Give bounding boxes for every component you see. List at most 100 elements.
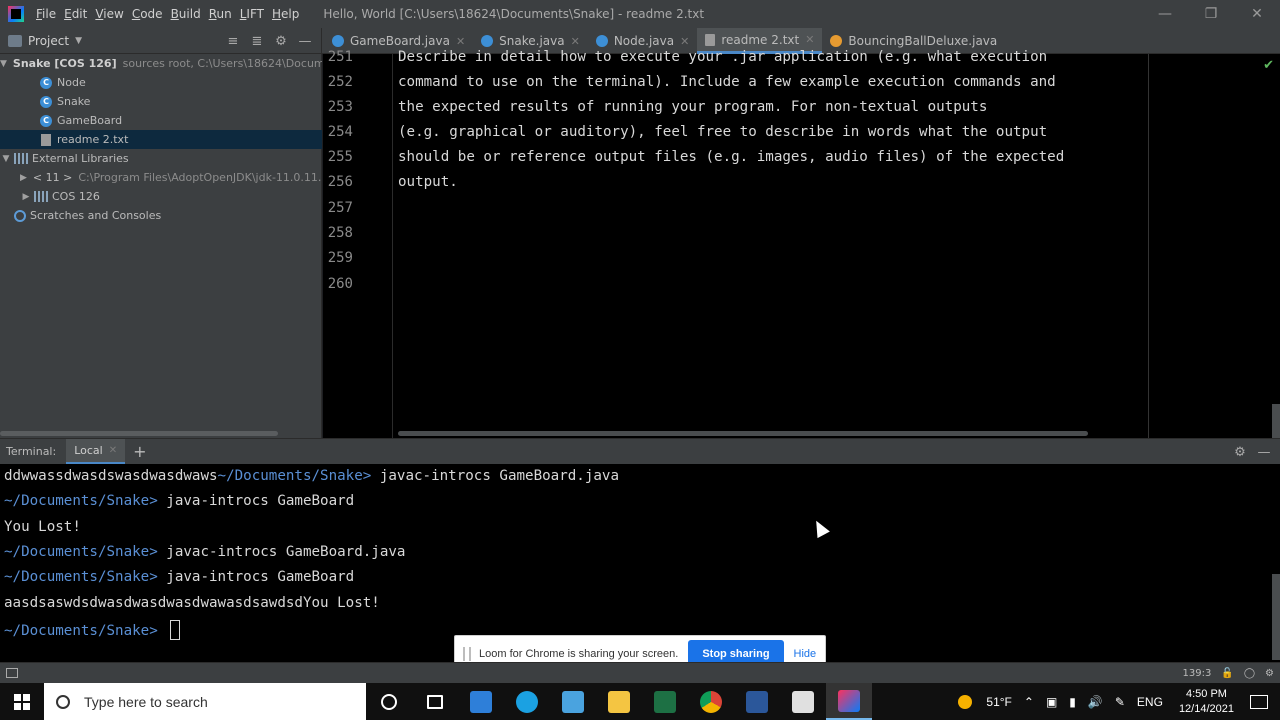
- taskbar-search[interactable]: Type here to search: [44, 683, 366, 720]
- window-controls: — ❐ ✕: [1142, 0, 1280, 28]
- terminal-cursor[interactable]: [170, 620, 181, 640]
- tree-item-node[interactable]: C Node: [0, 73, 322, 92]
- windows-taskbar: Type here to search 51°F ⌃ ▣ ▮ 🔊 ✎ ENG 4…: [0, 683, 1280, 720]
- terminal-output[interactable]: ddwwassdwasdswasdwasdwaws~/Documents/Sna…: [0, 464, 1280, 662]
- line-gutter: 251 252 253 254 255 256 257 258 259 260: [323, 49, 393, 438]
- add-terminal-icon[interactable]: +: [133, 442, 146, 461]
- tree-item-label: Snake: [57, 95, 91, 108]
- hide-panel-icon[interactable]: —: [293, 34, 317, 49]
- close-icon[interactable]: ✕: [109, 445, 117, 456]
- collapse-all-icon[interactable]: ≣: [245, 34, 269, 49]
- chevron-down-icon[interactable]: ▼: [75, 36, 82, 46]
- caret-position[interactable]: 139:3: [1183, 668, 1212, 679]
- code-editor[interactable]: 251 252 253 254 255 256 257 258 259 260 …: [323, 49, 1280, 438]
- tab-label: GameBoard.java: [350, 34, 450, 48]
- task-view-button[interactable]: [412, 683, 458, 720]
- line-number: 252: [327, 74, 353, 90]
- line-number: 255: [327, 149, 353, 165]
- weather-temperature[interactable]: 51°F: [986, 695, 1011, 709]
- tool-window-toggle-icon[interactable]: [6, 668, 18, 678]
- tree-item-label: Node: [57, 76, 86, 89]
- chrome-button[interactable]: [688, 683, 734, 720]
- drag-handle-icon[interactable]: [463, 647, 471, 661]
- word-button[interactable]: [734, 683, 780, 720]
- scratches-icon: [14, 209, 26, 222]
- battery-icon[interactable]: ▮: [1069, 695, 1076, 709]
- java-class-icon: [332, 35, 344, 47]
- tree-item-scratches[interactable]: Scratches and Consoles: [0, 206, 322, 225]
- intellij-button[interactable]: [826, 683, 872, 720]
- file-explorer-button[interactable]: [596, 683, 642, 720]
- tree-item-cos126[interactable]: ▶ COS 126: [0, 187, 322, 206]
- search-placeholder: Type here to search: [84, 693, 208, 710]
- mail-button[interactable]: [550, 683, 596, 720]
- input-language[interactable]: ENG: [1137, 695, 1163, 709]
- terminal-tab-local[interactable]: Local ✕: [66, 438, 126, 465]
- line-number: 253: [327, 99, 353, 115]
- java-class-icon: C: [40, 76, 52, 89]
- close-icon[interactable]: ✕: [1234, 0, 1280, 28]
- gear-icon[interactable]: ⚙: [1228, 445, 1252, 460]
- tree-item-label: Scratches and Consoles: [30, 209, 162, 222]
- hide-panel-icon[interactable]: —: [1252, 445, 1276, 460]
- menu-help[interactable]: Help: [268, 0, 303, 28]
- close-icon[interactable]: ✕: [456, 35, 465, 48]
- chevron-down-icon[interactable]: ▼: [0, 59, 7, 69]
- store-button[interactable]: [458, 683, 504, 720]
- minimize-icon[interactable]: —: [1142, 0, 1188, 28]
- volume-icon[interactable]: 🔊: [1088, 695, 1103, 709]
- chevron-right-icon[interactable]: ▶: [20, 173, 27, 183]
- tree-item-gameboard[interactable]: C GameBoard: [0, 111, 322, 130]
- network-icon[interactable]: ▣: [1046, 695, 1057, 709]
- chevron-right-icon[interactable]: ▶: [20, 192, 32, 202]
- terminal-title: Terminal:: [6, 445, 57, 458]
- line-number: 259: [327, 250, 353, 266]
- close-icon[interactable]: ✕: [571, 35, 580, 48]
- edge-button[interactable]: [504, 683, 550, 720]
- project-view-selector[interactable]: Project: [28, 34, 69, 48]
- tree-item-snake[interactable]: C Snake: [0, 92, 322, 111]
- tree-item-jdk[interactable]: ▶ < 11 > C:\Program Files\AdoptOpenJDK\j…: [0, 168, 322, 187]
- expand-all-icon[interactable]: ≡: [221, 34, 245, 49]
- task-view-icon: [427, 694, 443, 709]
- hide-button[interactable]: Hide: [794, 648, 817, 660]
- restore-icon[interactable]: ❐: [1188, 0, 1234, 28]
- line-number: 260: [327, 276, 353, 292]
- close-icon[interactable]: ✕: [680, 35, 689, 48]
- menu-run[interactable]: Run: [205, 0, 236, 28]
- gear-icon[interactable]: ⚙: [269, 34, 293, 49]
- menu-edit[interactable]: Edit: [60, 0, 91, 28]
- vertical-scrollbar[interactable]: [1272, 574, 1280, 660]
- line-number: 256: [327, 174, 353, 190]
- horizontal-scrollbar[interactable]: [398, 431, 1088, 436]
- excel-button[interactable]: [642, 683, 688, 720]
- chevron-down-icon[interactable]: ▼: [0, 154, 12, 164]
- tree-item-readme[interactable]: readme 2.txt: [0, 130, 322, 149]
- tree-item-label: External Libraries: [32, 152, 129, 165]
- prompt: ~/Documents/Snake>: [217, 468, 372, 484]
- lock-icon[interactable]: 🔓: [1221, 668, 1233, 679]
- gear-icon[interactable]: ⚙: [1265, 668, 1274, 679]
- close-icon[interactable]: ✕: [805, 33, 814, 46]
- clock[interactable]: 4:50 PM 12/14/2021: [1179, 687, 1234, 717]
- menu-code[interactable]: Code: [128, 0, 167, 28]
- menu-view[interactable]: View: [91, 0, 127, 28]
- menu-file[interactable]: File: [32, 0, 60, 28]
- inspection-icon[interactable]: ◯: [1244, 668, 1255, 679]
- horizontal-scrollbar[interactable]: [0, 431, 278, 436]
- menu-lift[interactable]: LIFT: [236, 0, 268, 28]
- tree-item-snake-root[interactable]: ▼ Snake [COS 126] sources root, C:\Users…: [0, 54, 322, 73]
- 7zip-button[interactable]: [780, 683, 826, 720]
- chevron-up-icon[interactable]: ⌃: [1024, 695, 1034, 709]
- start-button[interactable]: [0, 683, 44, 720]
- menu-build[interactable]: Build: [167, 0, 205, 28]
- pen-icon[interactable]: ✎: [1115, 695, 1125, 709]
- cortana-button[interactable]: [366, 683, 412, 720]
- right-margin-guide: [1148, 54, 1149, 438]
- notifications-icon[interactable]: [1250, 694, 1268, 709]
- vertical-scrollbar[interactable]: [1272, 404, 1280, 438]
- tree-item-external-libraries[interactable]: ▼ External Libraries: [0, 149, 322, 168]
- tree-item-label: GameBoard: [57, 114, 123, 127]
- weather-icon[interactable]: [958, 694, 973, 709]
- library-icon: [14, 153, 28, 164]
